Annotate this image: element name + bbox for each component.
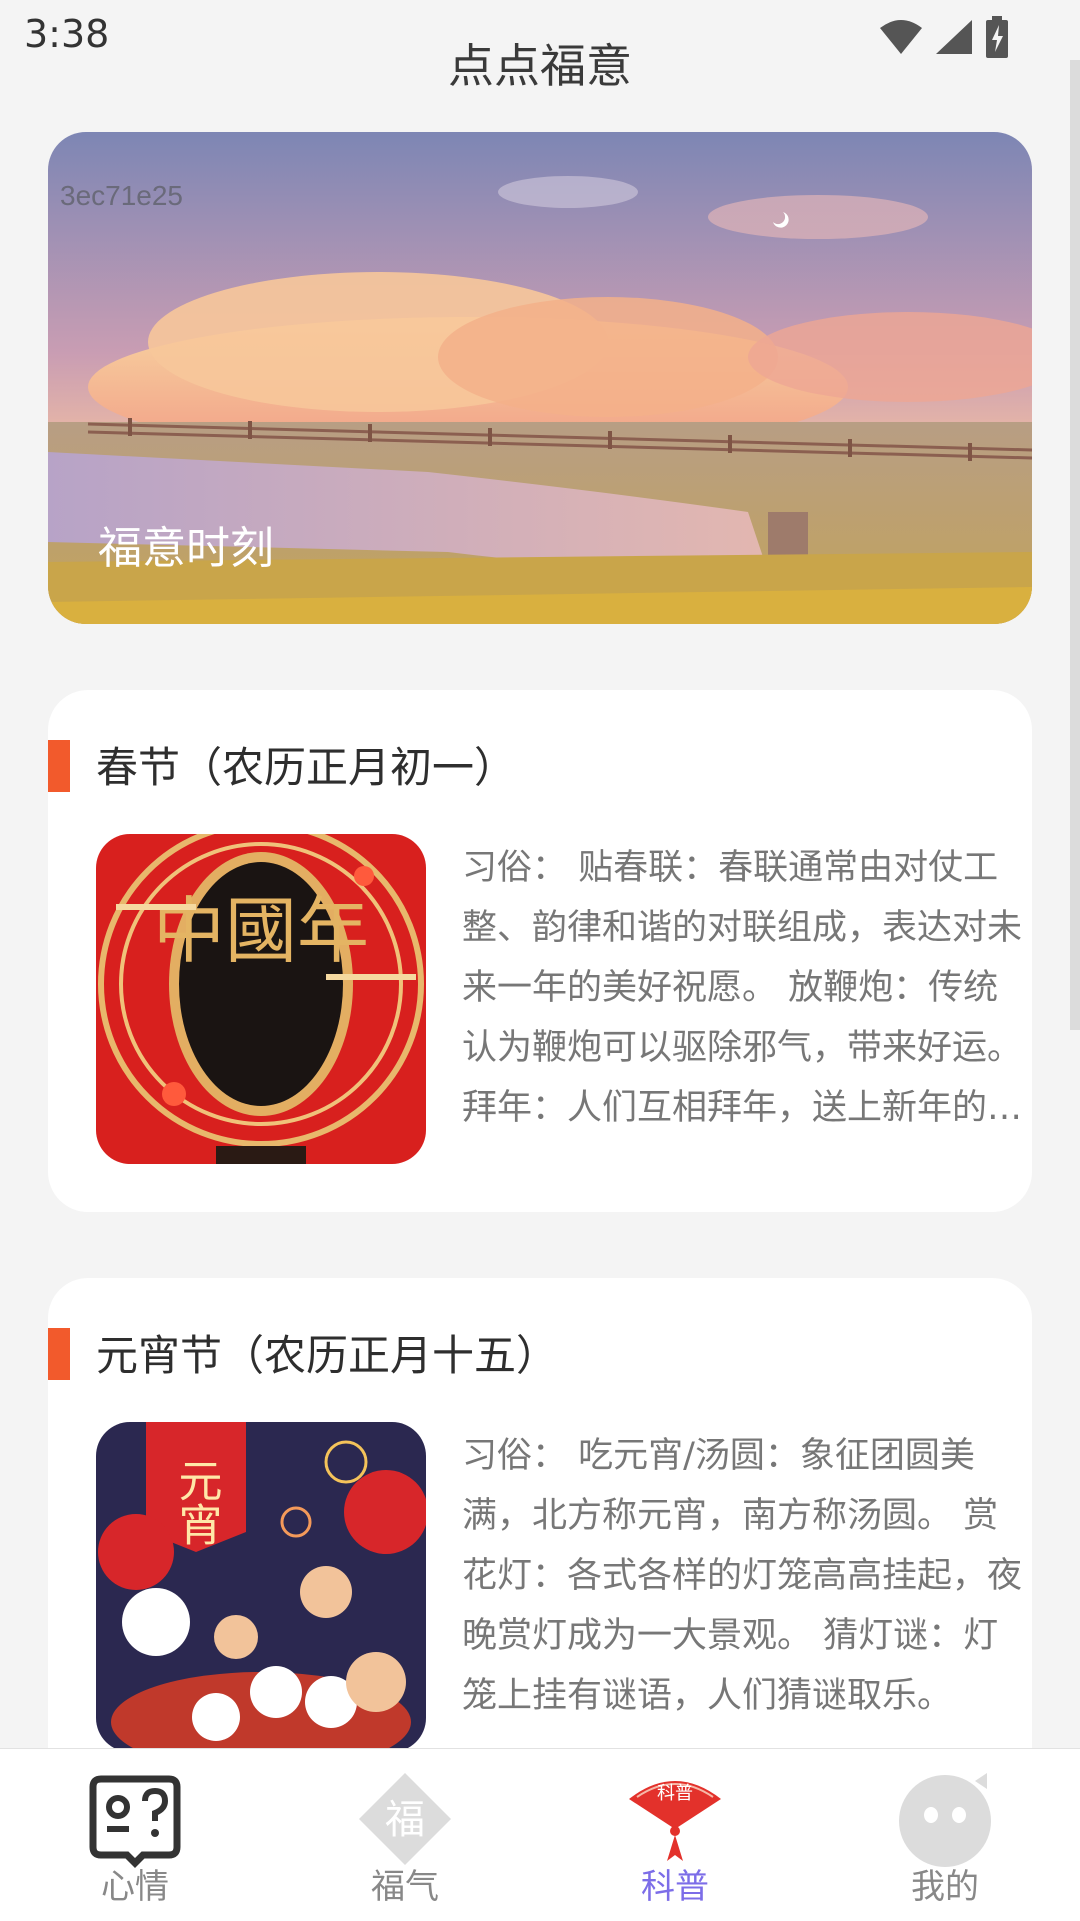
- banner-caption: 福意时刻: [98, 523, 274, 574]
- fan-science-icon: 科普: [629, 1781, 721, 1861]
- banner[interactable]: 3ec71e25 福意时刻: [48, 132, 1032, 624]
- lantern-festival-image: 元宵: [96, 1422, 426, 1752]
- tab-fortune[interactable]: 福 福气: [270, 1749, 540, 1921]
- profile-face-icon: [899, 1773, 991, 1867]
- tab-label: 科普: [641, 1867, 709, 1907]
- card-accent-bar: [48, 740, 70, 792]
- tab-label: 福气: [371, 1867, 439, 1907]
- banner-code: 3ec71e25: [60, 180, 184, 211]
- festival-card[interactable]: 春节（农历正月初一） 中國年 习俗： 贴春联：春联通常由对仗工整、韵律和谐的对联…: [48, 690, 1032, 1212]
- spring-image-lettering: 中國年: [153, 889, 369, 973]
- mood-book-icon: [89, 1775, 181, 1868]
- card-title: 春节（农历正月初一）: [96, 743, 517, 792]
- card-description: 习俗： 贴春联：春联通常由对仗工整、韵律和谐的对联组成，表达对未来一年的美好祝愿…: [462, 848, 1023, 1128]
- fu-icon-lettering: 福: [385, 1797, 425, 1843]
- tab-mood[interactable]: 心情: [0, 1749, 270, 1921]
- fu-diamond-icon: 福: [359, 1773, 451, 1865]
- card-accent-bar: [48, 1328, 70, 1380]
- lantern-image-lettering: 元宵: [171, 1458, 222, 1546]
- app-title: 点点福意: [448, 39, 632, 93]
- spring-festival-image: 中國年: [96, 834, 426, 1164]
- bottom-tab-bar: 心情 福 福气 科普 科普 我的: [0, 1748, 1080, 1921]
- tab-science[interactable]: 科普 科普: [540, 1749, 810, 1921]
- fan-icon-lettering: 科普: [657, 1783, 693, 1804]
- tab-profile[interactable]: 我的: [810, 1749, 1080, 1921]
- scrollbar[interactable]: [1070, 60, 1080, 1030]
- tab-label: 我的: [911, 1867, 979, 1907]
- card-title: 元宵节（农历正月十五）: [96, 1331, 559, 1380]
- tab-label: 心情: [101, 1867, 169, 1907]
- card-description: 习俗： 吃元宵/汤圆：象征团圆美满，北方称元宵，南方称汤圆。 赏花灯：各式各样的…: [462, 1436, 1023, 1716]
